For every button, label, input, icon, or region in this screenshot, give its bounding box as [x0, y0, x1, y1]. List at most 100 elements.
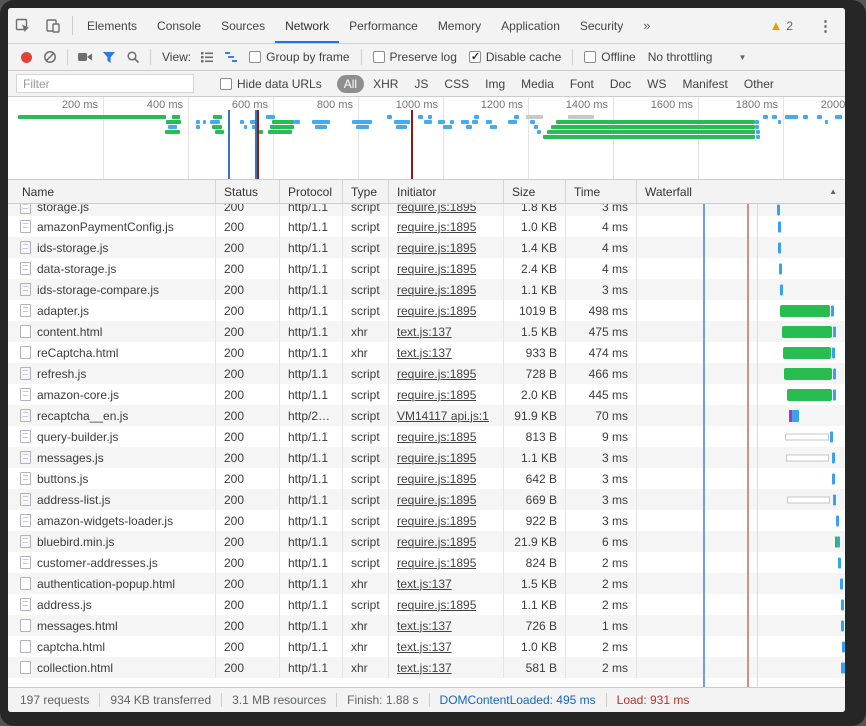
- column-header-name[interactable]: Name: [8, 180, 216, 203]
- initiator-link[interactable]: text.js:137: [397, 640, 452, 654]
- initiator-link[interactable]: require.js:1895: [397, 283, 476, 297]
- column-header-initiator[interactable]: Initiator: [389, 180, 504, 203]
- table-row[interactable]: messages.html200http/1.1xhrtext.js:13772…: [8, 615, 845, 636]
- tab-application[interactable]: Application: [491, 8, 570, 43]
- filter-pill-img[interactable]: Img: [478, 75, 512, 93]
- type-cell: script: [343, 279, 389, 300]
- more-tabs-chevron[interactable]: »: [633, 8, 660, 43]
- table-row[interactable]: reCaptcha.html200http/1.1xhrtext.js:1379…: [8, 342, 845, 363]
- initiator-link[interactable]: text.js:137: [397, 325, 452, 339]
- type-cell: script: [343, 594, 389, 615]
- filter-pill-xhr[interactable]: XHR: [366, 75, 405, 93]
- column-header-size[interactable]: Size: [504, 180, 566, 203]
- initiator-link[interactable]: require.js:1895: [397, 598, 476, 612]
- table-row[interactable]: storage.js200http/1.1scriptrequire.js:18…: [8, 204, 845, 216]
- device-toolbar-button[interactable]: [38, 8, 68, 43]
- tab-console[interactable]: Console: [147, 8, 211, 43]
- table-row[interactable]: adapter.js200http/1.1scriptrequire.js:18…: [8, 300, 845, 321]
- initiator-link[interactable]: text.js:137: [397, 661, 452, 675]
- initiator-link[interactable]: text.js:137: [397, 619, 452, 633]
- initiator-link[interactable]: require.js:1895: [397, 367, 476, 381]
- table-row[interactable]: ids-storage.js200http/1.1scriptrequire.j…: [8, 237, 845, 258]
- column-header-type[interactable]: Type: [343, 180, 389, 203]
- tab-memory[interactable]: Memory: [428, 8, 491, 43]
- table-row[interactable]: collection.html200http/1.1xhrtext.js:137…: [8, 657, 845, 678]
- initiator-link[interactable]: require.js:1895: [397, 535, 476, 549]
- initiator-link[interactable]: require.js:1895: [397, 451, 476, 465]
- tab-security[interactable]: Security: [570, 8, 633, 43]
- table-row[interactable]: amazon-core.js200http/1.1scriptrequire.j…: [8, 384, 845, 405]
- waterfall-bar: [833, 326, 836, 337]
- tab-network[interactable]: Network: [275, 8, 339, 43]
- overview-bar: [394, 120, 410, 124]
- table-row[interactable]: customer-addresses.js200http/1.1scriptre…: [8, 552, 845, 573]
- table-row[interactable]: address-list.js200http/1.1scriptrequire.…: [8, 489, 845, 510]
- initiator-link[interactable]: require.js:1895: [397, 204, 476, 214]
- initiator-link[interactable]: require.js:1895: [397, 388, 476, 402]
- hide-data-urls-checkbox[interactable]: Hide data URLs: [220, 77, 322, 91]
- filter-pill-ws[interactable]: WS: [640, 75, 673, 93]
- group-by-frame-checkbox[interactable]: Group by frame: [249, 50, 349, 64]
- filter-pill-all[interactable]: All: [337, 75, 364, 93]
- initiator-link[interactable]: require.js:1895: [397, 220, 476, 234]
- column-header-waterfall[interactable]: Waterfall▲: [637, 180, 845, 203]
- table-row[interactable]: amazon-widgets-loader.js200http/1.1scrip…: [8, 510, 845, 531]
- table-row[interactable]: authentication-popup.html200http/1.1xhrt…: [8, 573, 845, 594]
- column-header-protocol[interactable]: Protocol: [280, 180, 343, 203]
- initiator-link[interactable]: VM14117 api.js:1: [397, 409, 489, 423]
- preserve-log-checkbox[interactable]: Preserve log: [373, 50, 457, 64]
- console-warning-badge[interactable]: ▲ 2: [761, 19, 801, 33]
- filter-pill-manifest[interactable]: Manifest: [676, 75, 735, 93]
- view-list-button[interactable]: [195, 46, 219, 68]
- initiator-link[interactable]: require.js:1895: [397, 472, 476, 486]
- view-waterfall-button[interactable]: [219, 46, 243, 68]
- table-row[interactable]: bluebird.min.js200http/1.1scriptrequire.…: [8, 531, 845, 552]
- initiator-link[interactable]: require.js:1895: [397, 430, 476, 444]
- filter-pill-font[interactable]: Font: [563, 75, 601, 93]
- tab-elements[interactable]: Elements: [77, 8, 147, 43]
- table-row[interactable]: refresh.js200http/1.1scriptrequire.js:18…: [8, 363, 845, 384]
- filter-pill-js[interactable]: JS: [407, 75, 435, 93]
- table-row[interactable]: messages.js200http/1.1scriptrequire.js:1…: [8, 447, 845, 468]
- table-row[interactable]: buttons.js200http/1.1scriptrequire.js:18…: [8, 468, 845, 489]
- kebab-menu-icon[interactable]: ⋮: [810, 17, 841, 35]
- initiator-link[interactable]: require.js:1895: [397, 514, 476, 528]
- table-row[interactable]: query-builder.js200http/1.1scriptrequire…: [8, 426, 845, 447]
- record-button[interactable]: [14, 46, 38, 68]
- initiator-link[interactable]: text.js:137: [397, 577, 452, 591]
- filter-pill-other[interactable]: Other: [737, 75, 781, 93]
- filter-input[interactable]: [16, 74, 194, 93]
- initiator-link[interactable]: require.js:1895: [397, 241, 476, 255]
- inspect-element-button[interactable]: [8, 8, 38, 43]
- overview-timeline[interactable]: 200 ms400 ms600 ms800 ms1000 ms1200 ms14…: [8, 97, 845, 179]
- table-row[interactable]: data-storage.js200http/1.1scriptrequire.…: [8, 258, 845, 279]
- tab-sources[interactable]: Sources: [211, 8, 275, 43]
- clear-button[interactable]: [38, 46, 62, 68]
- initiator-link[interactable]: text.js:137: [397, 346, 452, 360]
- table-row[interactable]: content.html200http/1.1xhrtext.js:1371.5…: [8, 321, 845, 342]
- column-header-status[interactable]: Status: [216, 180, 280, 203]
- throttling-select[interactable]: No throttling ▼: [648, 50, 747, 64]
- screenshot-button[interactable]: [73, 46, 97, 68]
- offline-checkbox[interactable]: Offline: [584, 50, 635, 64]
- column-header-time[interactable]: Time: [566, 180, 637, 203]
- protocol-cell: http/1.1: [280, 447, 343, 468]
- initiator-link[interactable]: require.js:1895: [397, 304, 476, 318]
- table-row[interactable]: ids-storage-compare.js200http/1.1scriptr…: [8, 279, 845, 300]
- tab-performance[interactable]: Performance: [339, 8, 428, 43]
- filter-pill-css[interactable]: CSS: [437, 75, 476, 93]
- table-row[interactable]: address.js200http/1.1scriptrequire.js:18…: [8, 594, 845, 615]
- disable-cache-checkbox[interactable]: Disable cache: [469, 50, 561, 64]
- overview-gridline: [188, 97, 189, 179]
- filter-pill-media[interactable]: Media: [514, 75, 561, 93]
- initiator-link[interactable]: require.js:1895: [397, 556, 476, 570]
- filter-button[interactable]: [97, 46, 121, 68]
- sort-ascending-icon[interactable]: ▲: [829, 187, 837, 196]
- search-button[interactable]: [121, 46, 145, 68]
- table-row[interactable]: amazonPaymentConfig.js200http/1.1scriptr…: [8, 216, 845, 237]
- table-row[interactable]: recaptcha__en.js200http/2…scriptVM14117 …: [8, 405, 845, 426]
- initiator-link[interactable]: require.js:1895: [397, 262, 476, 276]
- filter-pill-doc[interactable]: Doc: [603, 75, 638, 93]
- initiator-link[interactable]: require.js:1895: [397, 493, 476, 507]
- table-row[interactable]: captcha.html200http/1.1xhrtext.js:1371.0…: [8, 636, 845, 657]
